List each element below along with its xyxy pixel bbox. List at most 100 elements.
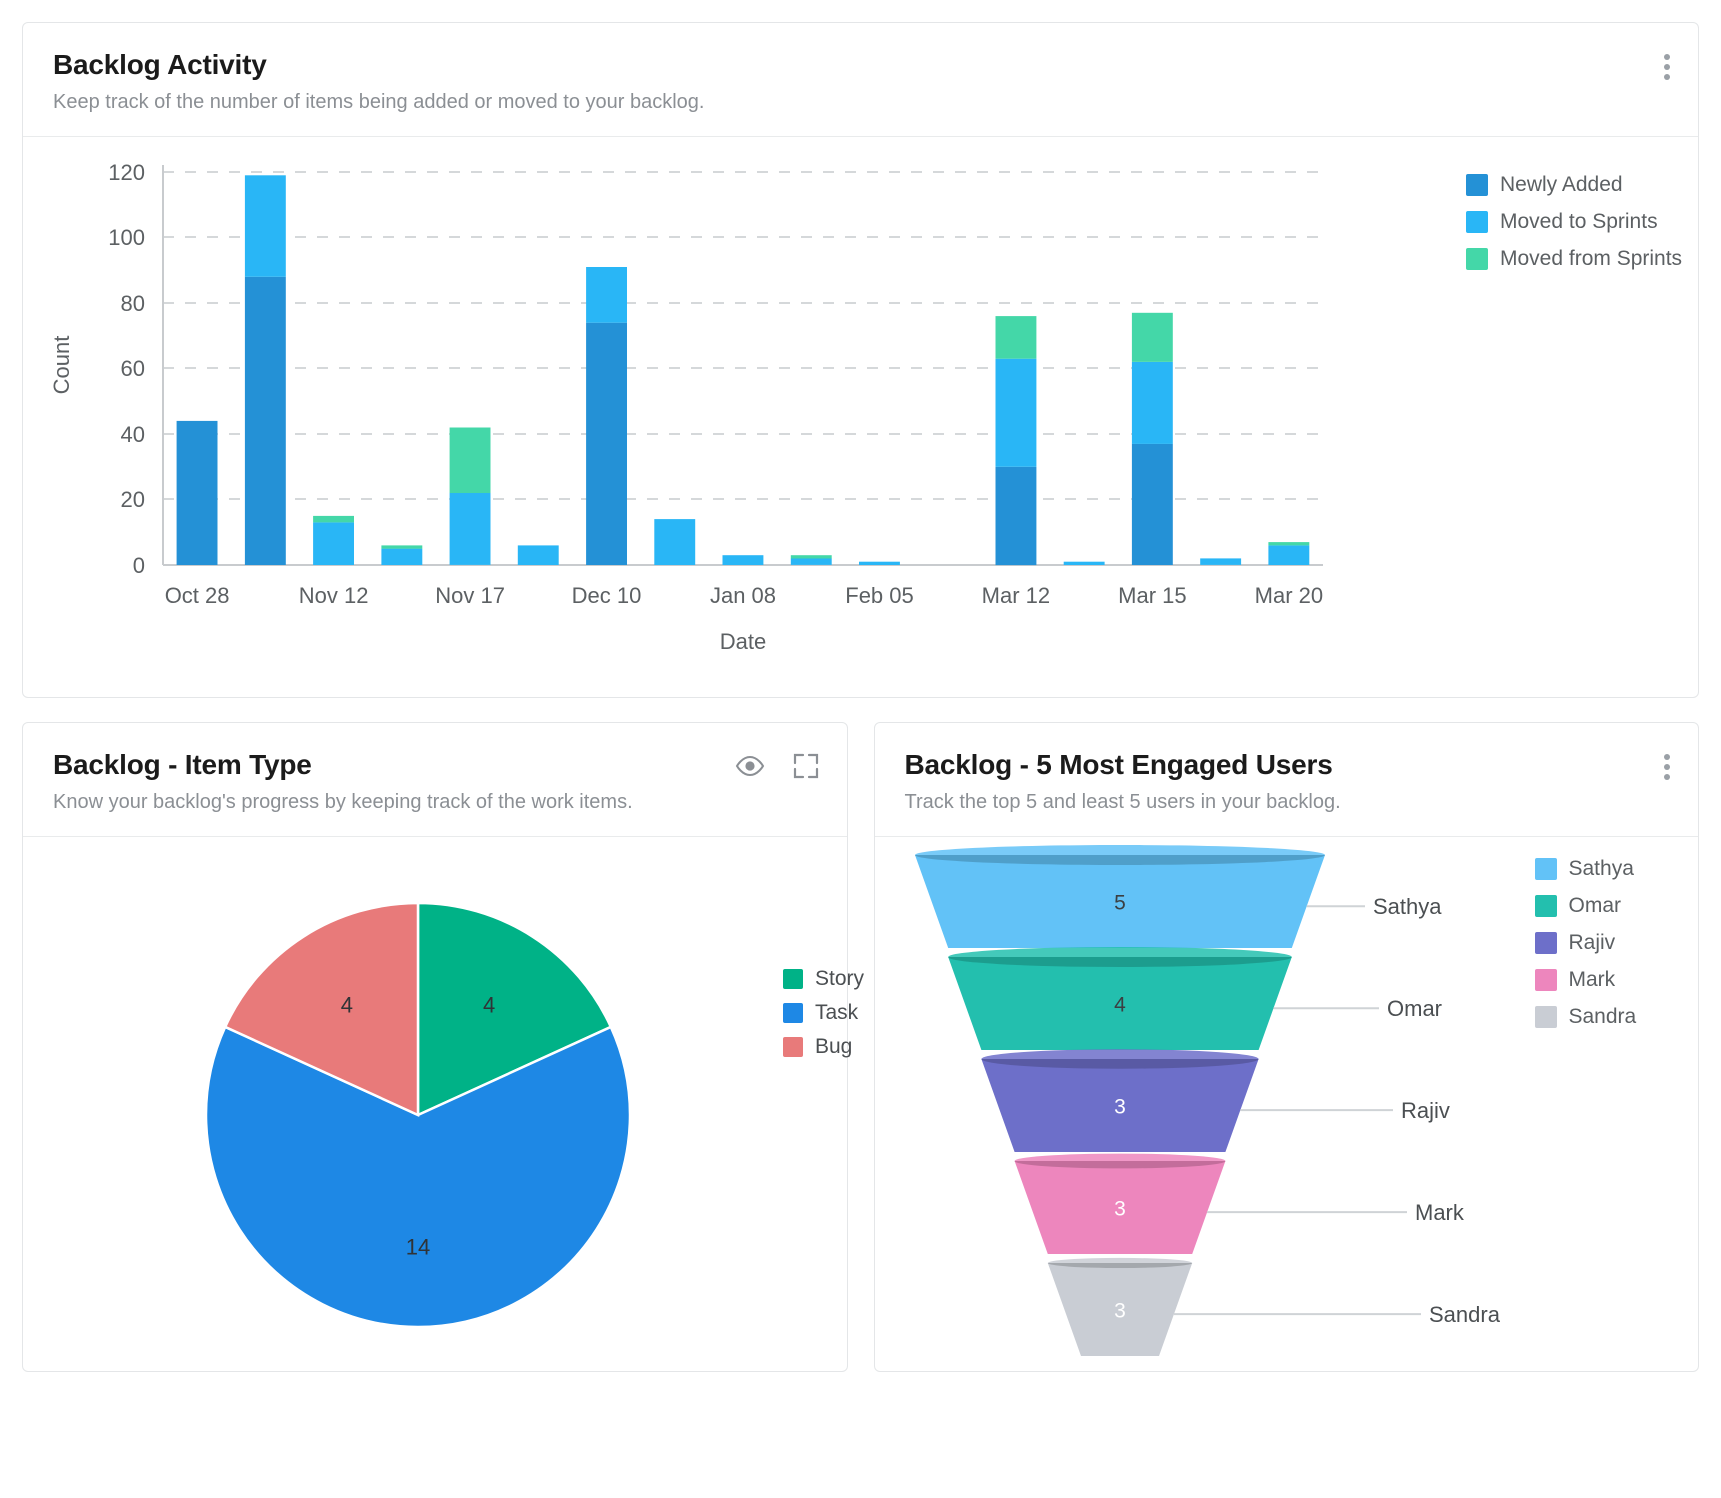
legend-item[interactable]: Sandra <box>1534 1005 1636 1029</box>
header-tools <box>1664 53 1670 81</box>
bar-segment[interactable] <box>790 555 832 559</box>
svg-text:0: 0 <box>133 553 145 578</box>
dashboard-bottom-row: Backlog - Item Type Know your backlog's … <box>22 722 1699 1372</box>
item-type-subtitle: Know your backlog's progress by keeping … <box>53 791 633 813</box>
legend-item[interactable]: Sathya <box>1534 857 1637 881</box>
item-type-tools <box>735 753 819 779</box>
bar-segment[interactable] <box>859 561 900 565</box>
bar-segment[interactable] <box>1131 362 1173 444</box>
eye-icon[interactable] <box>735 755 765 777</box>
legend-item[interactable]: Newly Added <box>1466 173 1682 197</box>
bar-segment[interactable] <box>1268 542 1310 546</box>
bar-chart-legend: Newly Added Moved to Sprints Moved from Sp… <box>1466 173 1682 271</box>
legend-label: Story <box>815 967 865 990</box>
bar-segment[interactable] <box>449 427 491 494</box>
legend-swatch-icon <box>783 969 803 989</box>
engaged-users-header: Backlog - 5 Most Engaged Users Track the… <box>874 723 1698 837</box>
x-tick-label: Mar 12 <box>982 583 1050 608</box>
funnel-value-label: 3 <box>1114 1198 1126 1221</box>
funnel-section-label: Mark <box>1415 1200 1465 1225</box>
dashboard: Backlog Activity Keep track of the numbe… <box>0 0 1721 1372</box>
bar-segment[interactable] <box>1131 443 1173 565</box>
funnel-chart-legend: Sathya Omar Rajiv Mark Sandra <box>1534 857 1637 1029</box>
funnel-value-label: 5 <box>1114 892 1126 915</box>
legend-label: Mark <box>1568 968 1616 991</box>
pie-chart-svg: 4 14 4 <box>204 901 632 1329</box>
pie-slices: 4 14 4 <box>204 901 632 1329</box>
x-axis-label: Date <box>720 629 766 654</box>
svg-text:40: 40 <box>121 422 145 447</box>
engaged-users-tools <box>1664 753 1670 781</box>
backlog-activity-chart: 120 100 80 60 40 20 0 Count Oct 28 Nov 12… <box>23 137 1698 697</box>
bar-segment[interactable] <box>654 519 696 565</box>
legend-item[interactable]: Omar <box>1534 894 1637 918</box>
bar-segment[interactable] <box>313 515 354 523</box>
legend-swatch-icon <box>1466 211 1488 233</box>
item-type-header: Backlog - Item Type Know your backlog's … <box>23 723 847 837</box>
legend-item[interactable]: Mark <box>1534 968 1637 992</box>
legend-item[interactable]: Bug <box>783 1035 864 1059</box>
bar-segment[interactable] <box>1200 558 1242 565</box>
engaged-users-chart: 5 Sathya 4 Omar 3 Rajiv 3 Mark 3 Sandra Sathya Oma… <box>875 837 1699 1362</box>
funnel-value-label: 3 <box>1114 1300 1126 1323</box>
svg-text:80: 80 <box>121 291 145 316</box>
kebab-menu-icon[interactable] <box>1664 53 1670 81</box>
bars <box>176 175 1310 566</box>
bar-segment[interactable] <box>1131 312 1173 362</box>
funnel-sections: 5 Sathya 4 Omar 3 Rajiv 3 Mark 3 Sandra <box>914 845 1500 1356</box>
bar-segment[interactable] <box>517 545 559 565</box>
legend-swatch-icon <box>1534 895 1557 917</box>
bar-segment[interactable] <box>586 267 627 323</box>
legend-item[interactable]: Story <box>783 967 864 991</box>
x-tick-label: Nov 17 <box>435 583 505 608</box>
bar-segment[interactable] <box>381 545 423 549</box>
bar-segment[interactable] <box>244 175 286 277</box>
bar-segment[interactable] <box>176 420 218 565</box>
bar-segment[interactable] <box>1268 545 1310 565</box>
legend-swatch-icon <box>1534 858 1557 880</box>
legend-label: Rajiv <box>1568 931 1616 954</box>
funnel-value-label: 4 <box>1114 994 1126 1017</box>
legend-label: Bug <box>815 1035 853 1058</box>
y-tick-labels: 120 100 80 60 40 20 0 <box>108 160 145 578</box>
bar-segment[interactable] <box>995 358 1037 467</box>
bar-segment[interactable] <box>995 466 1037 566</box>
funnel-section-label: Sathya <box>1373 894 1442 919</box>
pie-slice-label: 14 <box>406 1234 430 1259</box>
legend-label: Omar <box>1568 894 1622 917</box>
card-subtitle: Keep track of the number of items being … <box>53 91 705 113</box>
legend-swatch-icon <box>1466 174 1488 196</box>
legend-swatch-icon <box>1466 248 1488 270</box>
svg-text:120: 120 <box>108 160 145 185</box>
backlog-activity-card: Backlog Activity Keep track of the numbe… <box>22 22 1699 698</box>
bar-segment[interactable] <box>244 276 286 565</box>
legend-label: Sathya <box>1568 857 1634 880</box>
funnel-section-label: Rajiv <box>1401 1098 1450 1123</box>
bar-segment[interactable] <box>381 548 423 565</box>
bar-segment[interactable] <box>449 492 491 565</box>
bar-segment[interactable] <box>995 316 1037 359</box>
bar-segment[interactable] <box>722 555 764 565</box>
legend-item[interactable]: Rajiv <box>1534 931 1637 955</box>
legend-label: Moved from Sprints <box>1500 247 1683 270</box>
legend-item[interactable]: Moved to Sprints <box>1466 210 1682 234</box>
legend-label: Moved to Sprints <box>1500 210 1658 233</box>
legend-item[interactable]: Moved from Sprints <box>1466 247 1682 271</box>
legend-label: Task <box>815 1001 859 1024</box>
bar-segment[interactable] <box>1063 561 1105 565</box>
x-tick-label: Feb 05 <box>845 583 914 608</box>
page-title: Backlog Activity <box>53 49 267 80</box>
bar-segment[interactable] <box>586 322 627 565</box>
x-tick-label: Dec 10 <box>572 583 642 608</box>
bar-segment[interactable] <box>790 558 832 565</box>
legend-swatch-icon <box>1534 969 1557 991</box>
bar-segment[interactable] <box>313 522 354 565</box>
pie-slice-label: 4 <box>483 992 495 1017</box>
bar-chart-svg: 120 100 80 60 40 20 0 Count Oct 28 Nov 12… <box>49 160 1323 654</box>
legend-item[interactable]: Task <box>783 1001 864 1025</box>
pie-chart-legend: Story Task Bug <box>783 967 864 1059</box>
expand-icon[interactable] <box>793 753 819 779</box>
kebab-menu-icon[interactable] <box>1664 753 1670 781</box>
pie-slice-label: 4 <box>341 992 353 1017</box>
svg-text:20: 20 <box>121 487 145 512</box>
